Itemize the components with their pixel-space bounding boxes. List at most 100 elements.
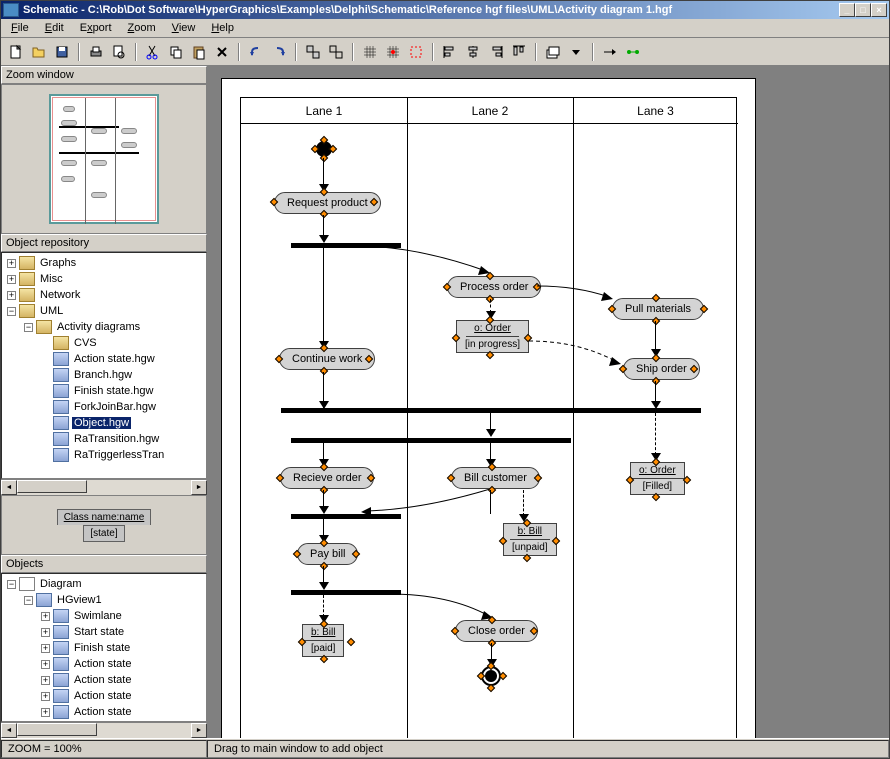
delete-button[interactable] [211,41,233,63]
activity-close-order[interactable]: Close order [455,620,538,642]
objects-title: Objects [1,555,207,573]
app-icon [3,3,19,17]
app-window: Schematic - C:\Rob\Dot Software\HyperGra… [0,0,890,759]
scroll-left-button[interactable]: ◄ [1,480,17,495]
lane-header-3[interactable]: Lane 3 [573,98,738,124]
cut-button[interactable] [142,41,164,63]
tree-file-finish-state[interactable]: Finish state.hgw [72,385,155,397]
repository-tree[interactable]: +Graphs +Misc +Network −UML −Activity di… [1,252,207,479]
object-bill-unpaid[interactable]: b: Bill [unpaid] [503,523,557,556]
tree-file-action-state[interactable]: Action state.hgw [72,353,157,365]
tree-file-ratransition[interactable]: RaTransition.hgw [72,433,161,445]
activity-recieve-order[interactable]: Recieve order [280,467,374,489]
align-left-button[interactable] [439,41,461,63]
obj-hgview[interactable]: HGview1 [55,594,104,606]
fork-bar-2[interactable] [291,438,571,443]
zoom-thumbnail[interactable] [49,94,159,224]
group-button[interactable] [302,41,324,63]
fork-bar-3[interactable] [291,590,401,595]
layer-button[interactable] [542,41,564,63]
canvas-area[interactable]: Lane 1 Lane 2 Lane 3 Request product [209,66,889,738]
activity-ship-order[interactable]: Ship order [623,358,700,380]
activity-process-order[interactable]: Process order [447,276,541,298]
redo-button[interactable] [268,41,290,63]
select-button[interactable] [405,41,427,63]
tree-file-branch[interactable]: Branch.hgw [72,369,134,381]
zoom-window[interactable] [1,84,207,234]
scroll-right-button[interactable]: ► [191,723,207,738]
copy-button[interactable] [165,41,187,63]
diagram-canvas[interactable]: Lane 1 Lane 2 Lane 3 Request product [221,78,756,738]
save-button[interactable] [51,41,73,63]
ungroup-button[interactable] [325,41,347,63]
connector-button[interactable] [622,41,644,63]
align-center-button[interactable] [462,41,484,63]
body-area: Zoom window [1,66,889,738]
undo-button[interactable] [245,41,267,63]
obj-finish-state[interactable]: Finish state [72,642,132,654]
print-button[interactable] [85,41,107,63]
activity-request-product[interactable]: Request product [274,192,381,214]
obj-swimlane[interactable]: Swimlane [72,610,124,622]
activity-bill-customer[interactable]: Bill customer [451,467,540,489]
close-button[interactable]: × [871,3,887,17]
paste-button[interactable] [188,41,210,63]
preview-button[interactable] [108,41,130,63]
activity-continue-work[interactable]: Continue work [279,348,375,370]
snap-button[interactable] [382,41,404,63]
arrow-tool-button[interactable] [599,41,621,63]
tree-node-activity-diagrams[interactable]: Activity diagrams [55,321,142,333]
connector-arrow [356,243,526,278]
join-bar[interactable] [281,408,701,413]
menu-file[interactable]: File [3,21,37,35]
obj-action-state-4[interactable]: Action state [72,706,133,718]
object-repository-title: Object repository [1,234,207,252]
arrow [655,321,656,351]
open-button[interactable] [28,41,50,63]
scroll-left-button[interactable]: ◄ [1,723,17,738]
tree-file-forkjoin[interactable]: ForkJoinBar.hgw [72,401,158,413]
menu-edit[interactable]: Edit [37,21,72,35]
tree-node-cvs[interactable]: CVS [72,337,99,349]
tree-node-network[interactable]: Network [38,289,82,301]
object-order-in-progress[interactable]: o: Order [in progress] [456,320,529,353]
lane-header-2[interactable]: Lane 2 [407,98,573,124]
obj-diagram[interactable]: Diagram [38,578,84,590]
activity-pay-bill[interactable]: Pay bill [297,543,358,565]
menu-export[interactable]: Export [72,21,120,35]
obj-start-state[interactable]: Start state [72,626,126,638]
objects-tree[interactable]: −Diagram −HGview1 +Swimlane +Start state… [1,573,207,722]
align-right-button[interactable] [485,41,507,63]
maximize-button[interactable]: □ [855,3,871,17]
tree-node-graphs[interactable]: Graphs [38,257,78,269]
menu-help[interactable]: Help [203,21,242,35]
preview-object[interactable]: Class name:name [state] [57,509,152,542]
tree-file-ratriggerless[interactable]: RaTriggerlessTran [72,449,166,461]
new-button[interactable] [5,41,27,63]
tree-node-misc[interactable]: Misc [38,273,65,285]
activity-pull-materials[interactable]: Pull materials [612,298,704,320]
menu-zoom[interactable]: Zoom [120,21,164,35]
objects-scrollbar[interactable]: ◄ ► [1,722,207,738]
dropdown-button[interactable] [565,41,587,63]
repo-scrollbar[interactable]: ◄ ► [1,479,207,495]
lane-header-1[interactable]: Lane 1 [241,98,407,124]
minimize-button[interactable]: _ [839,3,855,17]
initial-state[interactable] [316,141,332,157]
object-order-filled[interactable]: o: Order [Filled] [630,462,685,495]
separator [76,41,82,63]
menu-view[interactable]: View [164,21,204,35]
separator [533,41,539,63]
separator [133,41,139,63]
connector-arrow [389,592,497,622]
object-bill-paid[interactable]: b: Bill [paid] [302,624,344,657]
obj-action-state-2[interactable]: Action state [72,674,133,686]
obj-action-state-1[interactable]: Action state [72,658,133,670]
obj-action-state-3[interactable]: Action state [72,690,133,702]
tree-node-uml[interactable]: UML [38,305,65,317]
toolbar [1,38,889,66]
scroll-right-button[interactable]: ► [191,480,207,495]
align-top-button[interactable] [508,41,530,63]
tree-file-object[interactable]: Object.hgw [72,417,131,429]
grid-button[interactable] [359,41,381,63]
